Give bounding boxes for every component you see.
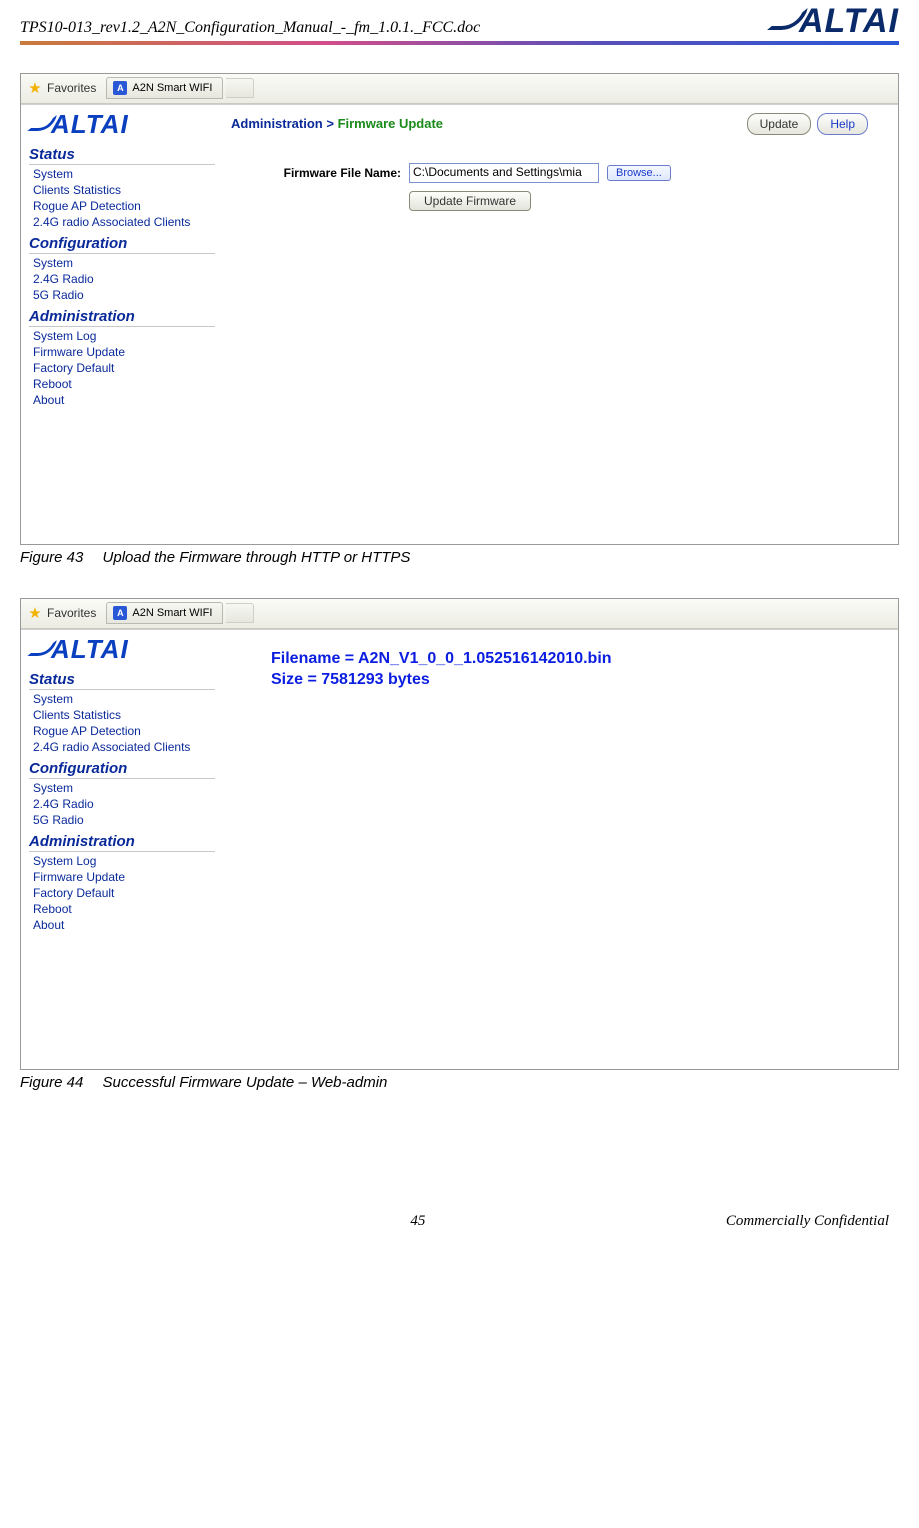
browser-tab[interactable]: A A2N Smart WIFI <box>106 77 223 99</box>
new-tab-button[interactable] <box>226 78 254 98</box>
nav-item-24g-clients[interactable]: 2.4G radio Associated Clients <box>33 215 215 229</box>
firmware-result: Filename = A2N_V1_0_0_1.052516142010.bin… <box>271 648 888 691</box>
nav-item-rogue-ap[interactable]: Rogue AP Detection <box>33 724 215 738</box>
tab-title: A2N Smart WIFI <box>132 82 212 94</box>
sidebar: ALTAI Status System Clients Statistics R… <box>21 630 221 1069</box>
nav-item-clients-stats[interactable]: Clients Statistics <box>33 708 215 722</box>
browse-button[interactable]: Browse... <box>607 165 671 181</box>
nav-item-system[interactable]: System <box>33 167 215 181</box>
nav-item-about[interactable]: About <box>33 918 215 932</box>
new-tab-button[interactable] <box>226 603 254 623</box>
content-area: Filename = A2N_V1_0_0_1.052516142010.bin… <box>221 630 898 1069</box>
result-filename: Filename = A2N_V1_0_0_1.052516142010.bin <box>271 648 888 670</box>
figure-43-screenshot: ★ Favorites A A2N Smart WIFI ALTAI Statu… <box>20 73 899 545</box>
nav-item-24g-radio[interactable]: 2.4G Radio <box>33 272 215 286</box>
nav-section-config: Configuration <box>29 760 215 779</box>
doc-header: TPS10-013_rev1.2_A2N_Configuration_Manua… <box>20 0 899 41</box>
nav-item-rogue-ap[interactable]: Rogue AP Detection <box>33 199 215 213</box>
firmware-filename-input[interactable]: C:\Documents and Settings\mia <box>409 163 599 183</box>
nav-section-status: Status <box>29 671 215 690</box>
tab-title: A2N Smart WIFI <box>132 607 212 619</box>
nav-item-system-log[interactable]: System Log <box>33 329 215 343</box>
browser-tab[interactable]: A A2N Smart WIFI <box>106 602 223 624</box>
nav-section-status: Status <box>29 146 215 165</box>
breadcrumb-row: Administration > Firmware Update Update … <box>231 113 888 135</box>
browser-favorites-bar: ★ Favorites A A2N Smart WIFI <box>21 74 898 104</box>
nav-item-firmware-update[interactable]: Firmware Update <box>33 870 215 884</box>
breadcrumb-admin: Administration > <box>231 116 334 131</box>
help-button[interactable]: Help <box>817 113 868 135</box>
sidebar-logo: ALTAI <box>29 638 215 661</box>
favorites-label: Favorites <box>47 606 96 620</box>
nav-item-config-system[interactable]: System <box>33 781 215 795</box>
footer-confidential: Commercially Confidential <box>726 1213 889 1230</box>
logo-text: ALTAI <box>799 6 899 37</box>
nav-item-factory-default[interactable]: Factory Default <box>33 886 215 900</box>
doc-filename: TPS10-013_rev1.2_A2N_Configuration_Manua… <box>20 19 480 37</box>
sidebar-logo: ALTAI <box>29 113 215 136</box>
nav-item-system[interactable]: System <box>33 692 215 706</box>
nav-item-system-log[interactable]: System Log <box>33 854 215 868</box>
firmware-filename-label: Firmware File Name: <box>251 166 401 180</box>
update-firmware-button[interactable]: Update Firmware <box>409 191 531 211</box>
sidebar-logo-text: ALTAI <box>51 638 129 661</box>
nav-item-clients-stats[interactable]: Clients Statistics <box>33 183 215 197</box>
star-icon: ★ <box>27 605 43 621</box>
nav-item-firmware-update[interactable]: Firmware Update <box>33 345 215 359</box>
nav-item-config-system[interactable]: System <box>33 256 215 270</box>
nav-item-about[interactable]: About <box>33 393 215 407</box>
page-number: 45 <box>410 1213 425 1230</box>
nav-item-reboot[interactable]: Reboot <box>33 902 215 916</box>
sidebar-logo-text: ALTAI <box>51 113 129 136</box>
nav-section-admin: Administration <box>29 308 215 327</box>
star-icon: ★ <box>27 80 43 96</box>
altai-logo: ALTAI <box>769 6 899 37</box>
favorites-label: Favorites <box>47 81 96 95</box>
nav-section-config: Configuration <box>29 235 215 254</box>
nav-item-reboot[interactable]: Reboot <box>33 377 215 391</box>
favicon-icon: A <box>113 81 127 95</box>
sidebar: ALTAI Status System Clients Statistics R… <box>21 105 221 544</box>
nav-section-admin: Administration <box>29 833 215 852</box>
favicon-icon: A <box>113 606 127 620</box>
update-button[interactable]: Update <box>747 113 812 135</box>
browser-favorites-bar: ★ Favorites A A2N Smart WIFI <box>21 599 898 629</box>
figure-43-caption: Figure 43 Upload the Firmware through HT… <box>20 549 899 566</box>
header-rule <box>20 41 899 45</box>
breadcrumb-page: Firmware Update <box>338 116 443 131</box>
doc-footer: 45 Commercially Confidential <box>20 1123 899 1250</box>
nav-item-24g-clients[interactable]: 2.4G radio Associated Clients <box>33 740 215 754</box>
content-area: Administration > Firmware Update Update … <box>221 105 898 544</box>
figure-44-caption: Figure 44 Successful Firmware Update – W… <box>20 1074 899 1091</box>
figure-44-screenshot: ★ Favorites A A2N Smart WIFI ALTAI Statu… <box>20 598 899 1070</box>
nav-item-5g-radio[interactable]: 5G Radio <box>33 288 215 302</box>
nav-item-5g-radio[interactable]: 5G Radio <box>33 813 215 827</box>
nav-item-24g-radio[interactable]: 2.4G Radio <box>33 797 215 811</box>
nav-item-factory-default[interactable]: Factory Default <box>33 361 215 375</box>
result-size: Size = 7581293 bytes <box>271 669 888 691</box>
